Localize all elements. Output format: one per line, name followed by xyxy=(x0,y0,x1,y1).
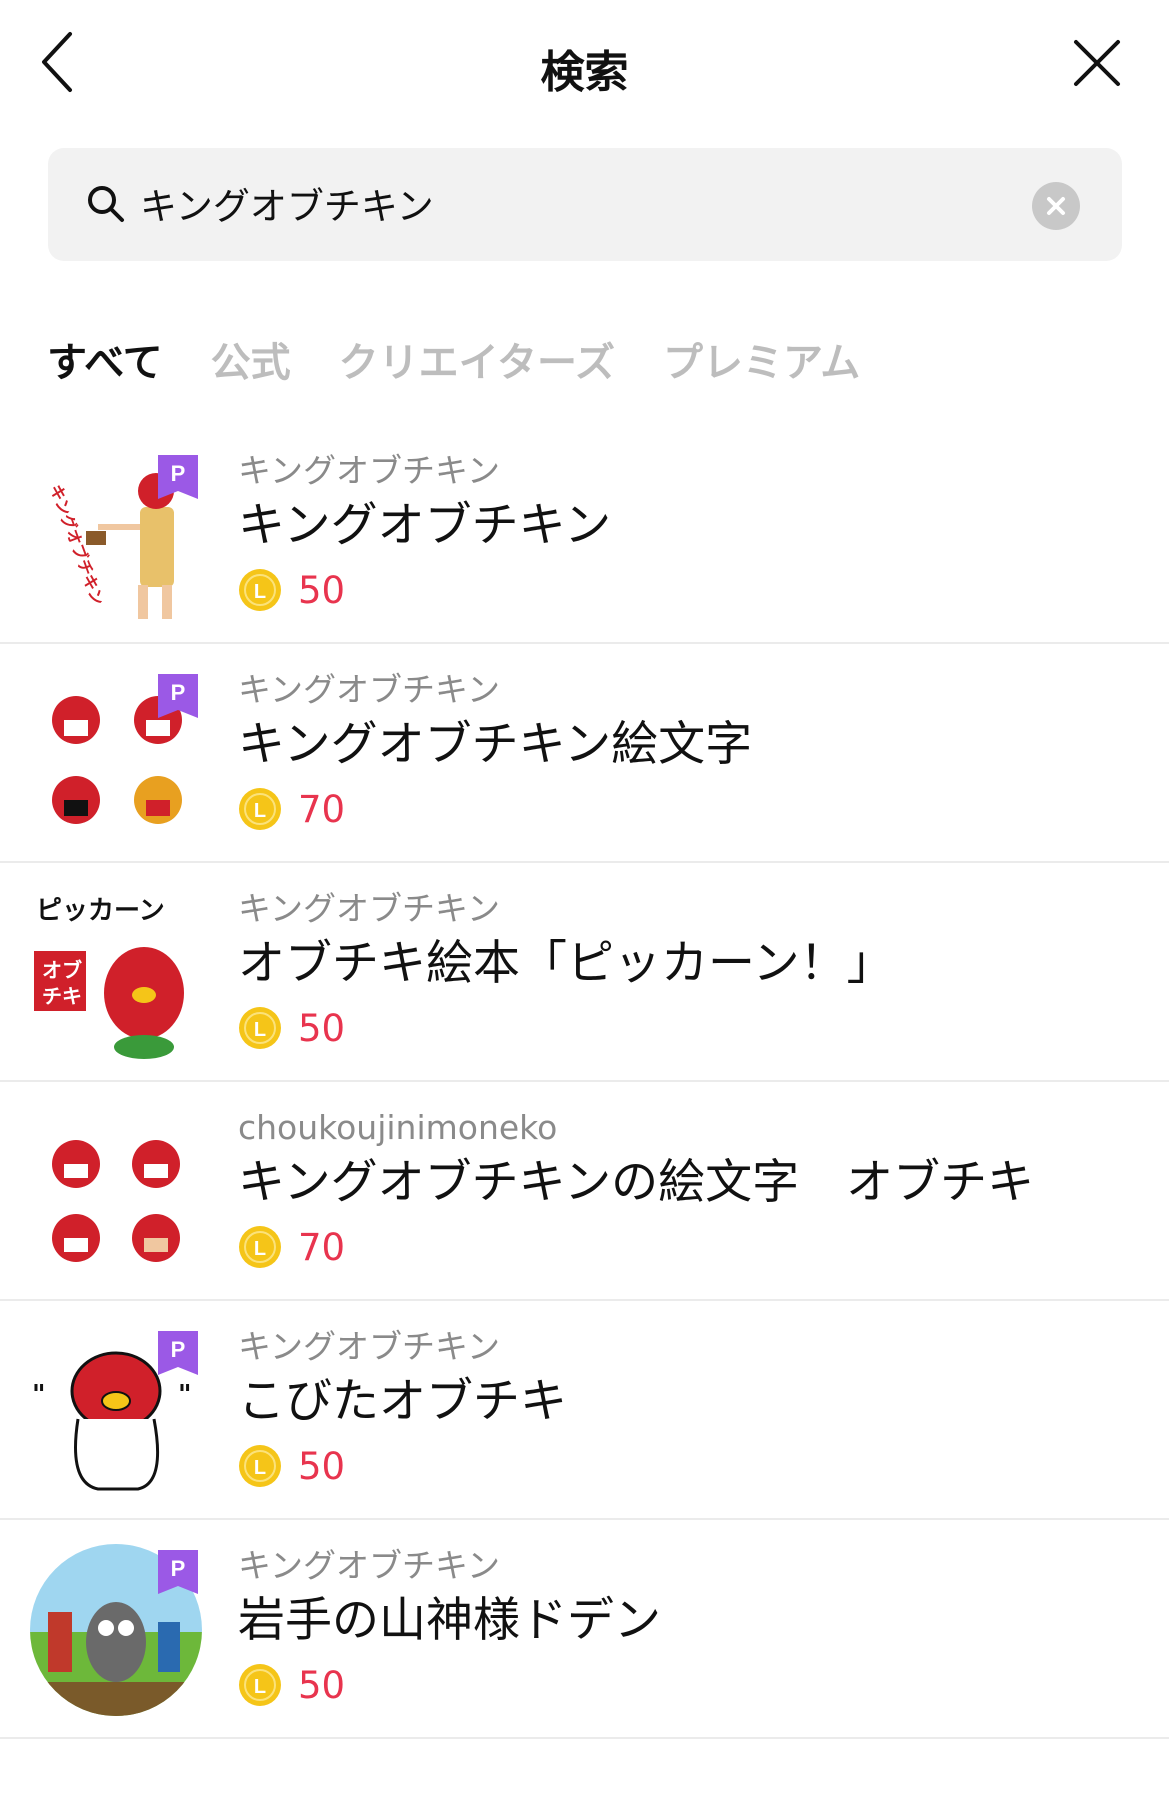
item-title: 岩手の山神様ドデン xyxy=(238,1593,661,1648)
line-coin-icon: L xyxy=(239,788,281,830)
tab-all[interactable]: すべて xyxy=(47,330,163,390)
svg-text:L: L xyxy=(254,581,266,603)
svg-text:L: L xyxy=(254,800,266,822)
svg-text:チキ: チキ xyxy=(42,984,82,1008)
item-price: 50 xyxy=(298,568,346,612)
header-bar: 検索 xyxy=(0,0,1169,130)
svg-text:ピッカーン: ピッカーン xyxy=(36,896,165,926)
close-icon xyxy=(1074,40,1120,86)
item-title: オブチキ絵本「ピッカーン！」 xyxy=(238,936,894,991)
item-title: キングオブチキン xyxy=(238,498,612,553)
search-icon xyxy=(88,186,124,222)
list-item[interactable]: " " P キングオブチキン こびたオブチキ L 50 xyxy=(0,1301,1169,1520)
item-author: キングオブチキン xyxy=(238,1546,501,1585)
item-author: choukoujinimoneko xyxy=(238,1108,558,1147)
tab-premium[interactable]: プレミアム xyxy=(663,330,860,390)
svg-text:オブ: オブ xyxy=(42,958,82,982)
list-item[interactable]: P キングオブチキン キングオブチキン絵文字 L 70 xyxy=(0,644,1169,863)
list-item[interactable]: キングオブチキン P キングオブチキン キングオブチキン L 50 xyxy=(0,425,1169,644)
list-item[interactable]: choukoujinimoneko キングオブチキンの絵文字 オブチキ L 70 xyxy=(0,1082,1169,1301)
line-coin-icon: L xyxy=(239,1007,281,1049)
premium-badge-icon: P xyxy=(158,1331,198,1375)
item-author: キングオブチキン xyxy=(238,451,501,490)
search-input[interactable]: キングオブチキン xyxy=(140,176,940,230)
close-button[interactable] xyxy=(1072,38,1122,88)
line-coin-icon: L xyxy=(239,1226,281,1268)
svg-text:P: P xyxy=(171,1556,186,1581)
line-coin-icon: L xyxy=(239,569,281,611)
item-price: 50 xyxy=(298,1663,346,1707)
item-title: キングオブチキン絵文字 xyxy=(238,717,753,772)
item-price: 70 xyxy=(298,1225,346,1269)
svg-text:": " xyxy=(178,1380,192,1410)
category-tabs: すべて 公式 クリエイターズ プレミアム xyxy=(47,330,860,390)
svg-text:L: L xyxy=(254,1019,266,1041)
list-item[interactable]: P キングオブチキン 岩手の山神様ドデン L 50 xyxy=(0,1520,1169,1739)
item-price: 70 xyxy=(298,787,346,831)
sticker-thumbnail xyxy=(28,1104,204,1280)
svg-text:L: L xyxy=(254,1457,266,1479)
svg-text:L: L xyxy=(254,1238,266,1260)
item-author: キングオブチキン xyxy=(238,670,501,709)
item-author: キングオブチキン xyxy=(238,1327,501,1366)
item-price: 50 xyxy=(298,1006,346,1050)
list-item[interactable]: ピッカーン オブ チキ キングオブチキン オブチキ絵本「ピッカーン！」 L 50 xyxy=(0,863,1169,1082)
tab-official[interactable]: 公式 xyxy=(211,330,291,390)
item-price: 50 xyxy=(298,1444,346,1488)
svg-text:P: P xyxy=(171,1337,186,1362)
item-title: こびたオブチキ xyxy=(238,1374,567,1429)
svg-text:P: P xyxy=(171,680,186,705)
svg-text:L: L xyxy=(254,1676,266,1698)
premium-badge-icon: P xyxy=(158,455,198,499)
tab-creators[interactable]: クリエイターズ xyxy=(339,330,615,390)
line-coin-icon: L xyxy=(239,1664,281,1706)
search-results-list: キングオブチキン P キングオブチキン キングオブチキン L 50 P キングオ… xyxy=(0,425,1169,1739)
premium-badge-icon: P xyxy=(158,1550,198,1594)
item-title: キングオブチキンの絵文字 オブチキ xyxy=(238,1155,1035,1210)
svg-text:P: P xyxy=(171,461,186,486)
sticker-thumbnail: ピッカーン オブ チキ xyxy=(28,885,204,1061)
line-coin-icon: L xyxy=(239,1445,281,1487)
item-author: キングオブチキン xyxy=(238,889,501,928)
search-bar[interactable]: キングオブチキン xyxy=(48,148,1122,261)
premium-badge-icon: P xyxy=(158,674,198,718)
svg-text:": " xyxy=(32,1380,46,1410)
page-title: 検索 xyxy=(540,47,629,98)
clear-search-icon[interactable] xyxy=(1032,182,1080,230)
